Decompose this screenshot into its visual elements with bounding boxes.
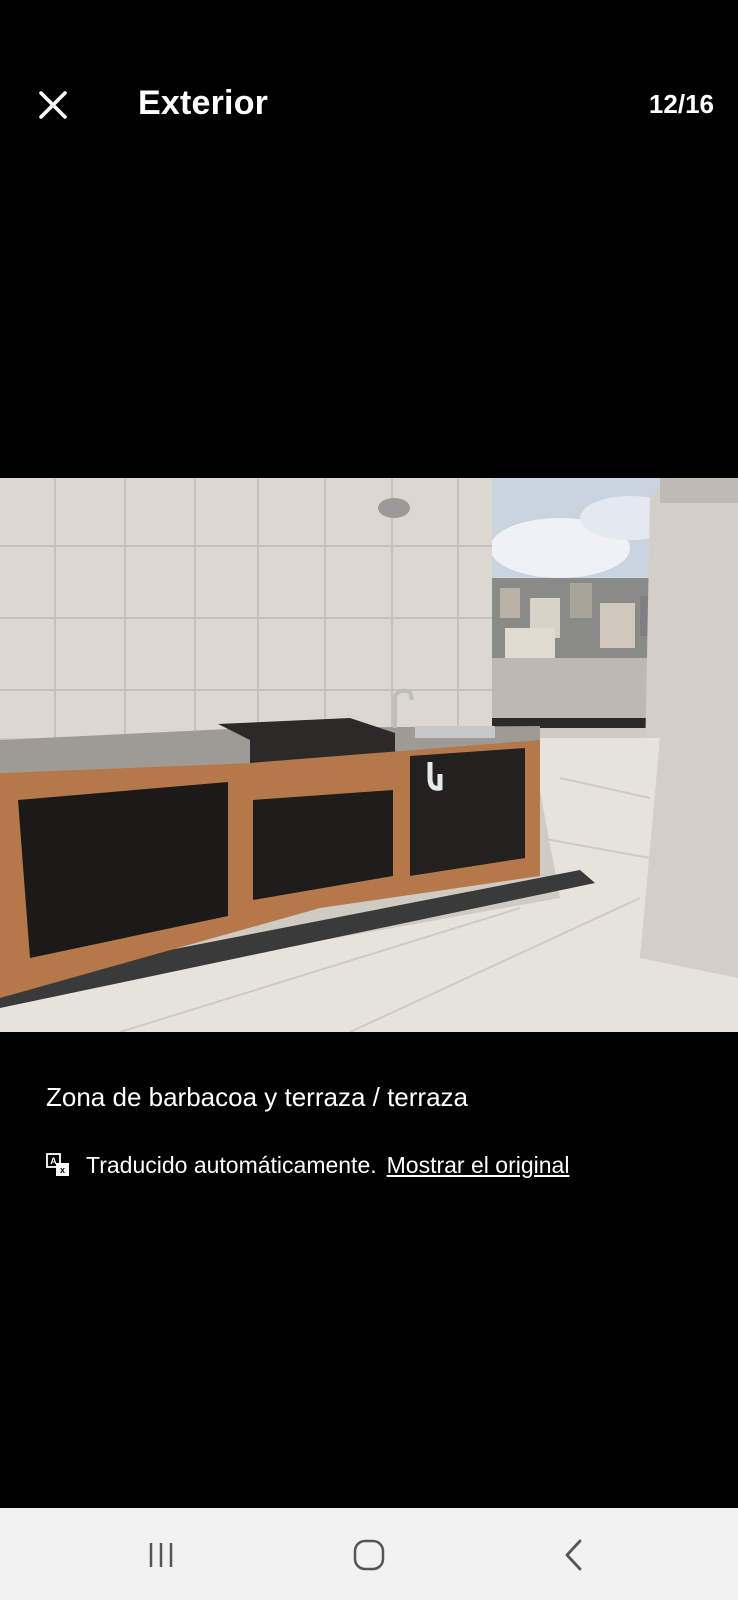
close-icon [39, 91, 67, 119]
show-original-link[interactable]: Mostrar el original [387, 1152, 570, 1179]
page-title: Exterior [138, 84, 269, 122]
home-button[interactable] [334, 1530, 404, 1580]
photo-counter: 12/16 [648, 89, 714, 119]
back-icon [565, 1539, 582, 1571]
svg-text:x: x [60, 1165, 65, 1175]
translate-icon: A x [46, 1153, 69, 1176]
header-bar: Exterior 12/16 [0, 0, 738, 215]
photo-caption: Zona de barbacoa y terraza / terraza [46, 1082, 469, 1112]
translation-note: Traducido automáticamente. [86, 1151, 377, 1178]
recent-apps-button[interactable] [126, 1530, 196, 1580]
back-button[interactable] [540, 1530, 610, 1580]
close-button[interactable] [30, 82, 76, 128]
recent-apps-icon [149, 1543, 173, 1567]
gallery-photo[interactable] [0, 478, 738, 1032]
home-icon [353, 1539, 385, 1571]
translation-note-row: A x Traducido automáticamente. Mostrar e… [46, 1150, 569, 1180]
bbq-terrace-image [0, 478, 738, 1032]
system-nav-bar [0, 1508, 738, 1600]
